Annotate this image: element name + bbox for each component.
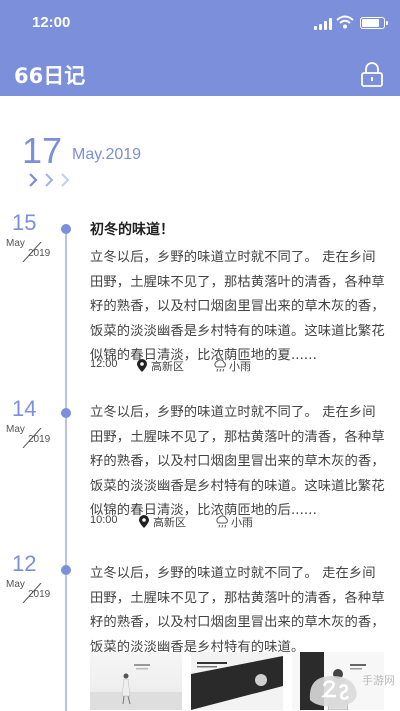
photo-black-white: [191, 652, 283, 710]
entry-year: 2019: [28, 589, 51, 600]
entry-time: 12:00: [90, 358, 118, 370]
entry-weather: 小雨: [229, 361, 251, 373]
photo-woman-walking: [90, 664, 182, 710]
current-day: 17: [22, 130, 63, 171]
entry-time: 10:00: [90, 514, 118, 526]
entry-location: 高新区: [153, 517, 186, 529]
entry-day: 14: [12, 396, 37, 421]
status-time: 12:00: [32, 14, 71, 31]
entry-body[interactable]: 立冬以后，乡野的味道立时就不同了。 走在乡间田野，土腥味不见了，那枯黄落叶的清香…: [90, 562, 386, 660]
site-watermark: 手游网: [300, 668, 396, 710]
entry-date: 14 May 2019: [6, 396, 58, 448]
battery-fill: [362, 19, 379, 27]
photo-thumbnail[interactable]: [90, 652, 182, 710]
entry-body[interactable]: 立冬以后，乡野的味道立时就不同了。 走在乡间田野，土腥味不见了，那枯黄落叶的清香…: [90, 246, 386, 369]
app-title: 66日记: [14, 64, 86, 88]
entry-year: 2019: [28, 434, 51, 445]
rain-cloud-icon: [216, 515, 228, 528]
location-pin-icon: [137, 359, 147, 372]
timeline-line: [65, 228, 67, 711]
entry-day: 15: [12, 210, 37, 235]
timeline-dot: [61, 224, 71, 234]
entry-body[interactable]: 立冬以后，乡野的味道立时就不同了。 走在乡间田野，土腥味不见了，那枯黄落叶的清香…: [90, 401, 386, 524]
status-bar: 12:00: [0, 0, 400, 46]
battery-icon: [360, 17, 388, 29]
watermark-text: 手游网: [362, 674, 395, 687]
photo-thumbnail[interactable]: [191, 652, 283, 710]
cellular-signal-icon: [314, 18, 332, 30]
location-pin-icon: [139, 515, 149, 528]
timeline-dot: [61, 565, 71, 575]
entry-title[interactable]: 初冬的味道！: [90, 219, 174, 239]
entry-day: 12: [12, 551, 37, 576]
entry-year: 2019: [28, 248, 51, 259]
entry-date: 12 May 2019: [6, 551, 58, 603]
current-month-year: May.2019: [72, 146, 142, 163]
chevrons-right-icon[interactable]: [28, 172, 76, 188]
entry-date: 15 May 2019: [6, 210, 58, 262]
timeline-dot: [61, 408, 71, 418]
entry-weather: 小雨: [231, 517, 253, 529]
wifi-icon: [336, 15, 354, 29]
entry-location: 高新区: [151, 361, 184, 373]
rain-cloud-icon: [214, 359, 226, 372]
lock-icon[interactable]: [360, 62, 384, 88]
app-header: 12:00 66日记: [0, 0, 400, 96]
